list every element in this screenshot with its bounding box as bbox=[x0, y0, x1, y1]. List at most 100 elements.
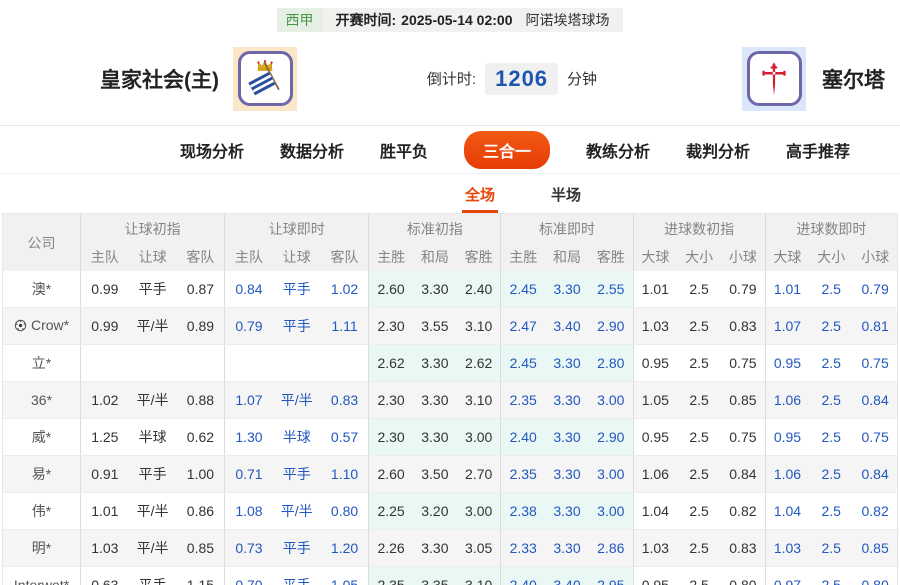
odds-cell: 2.45 bbox=[500, 344, 545, 382]
odds-cell: 2.5 bbox=[677, 307, 722, 345]
odds-cell: 0.85 bbox=[721, 381, 766, 419]
col-header: 主队 bbox=[80, 243, 129, 271]
odds-cell: 2.95 bbox=[589, 566, 634, 585]
odds-cell: 2.25 bbox=[368, 492, 413, 530]
col-header: 大小 bbox=[677, 243, 722, 271]
company-name: 易* bbox=[31, 466, 52, 482]
odds-cell: 平手 bbox=[272, 271, 321, 308]
odds-cell: 2.30 bbox=[368, 418, 413, 456]
odds-cell: 2.5 bbox=[809, 344, 854, 382]
company-cell[interactable]: 立* bbox=[2, 344, 81, 382]
odds-cell: 2.5 bbox=[809, 271, 854, 308]
away-team: 塞尔塔 bbox=[742, 46, 885, 111]
odds-cell: 0.84 bbox=[853, 455, 898, 493]
odds-cell: 2.5 bbox=[677, 271, 722, 308]
odds-cell: 2.70 bbox=[456, 455, 501, 493]
tab-coach-analysis[interactable]: 教练分析 bbox=[586, 138, 650, 162]
odds-cell: 0.62 bbox=[176, 418, 225, 456]
company-cell[interactable]: 明* bbox=[2, 529, 81, 567]
tab-referee-analysis[interactable]: 裁判分析 bbox=[686, 138, 750, 162]
period-subtabs: 全场 半场 bbox=[0, 174, 900, 213]
odds-cell: 0.83 bbox=[320, 381, 369, 419]
col-header: 小球 bbox=[853, 243, 898, 271]
col-header: 小球 bbox=[721, 243, 766, 271]
tab-three-in-one[interactable]: 三合一 bbox=[463, 130, 550, 169]
col-header: 和局 bbox=[544, 243, 589, 271]
odds-cell: 平/半 bbox=[272, 492, 321, 530]
odds-cell: 0.79 bbox=[721, 271, 766, 308]
company-name: Crow* bbox=[30, 317, 70, 333]
odds-cell: 0.75 bbox=[721, 344, 766, 382]
odds-cell: 1.11 bbox=[320, 307, 369, 345]
table-row: 威* 1.25 半球 0.62 1.30 半球 0.57 2.30 3.30 3.00 2.40 3.… bbox=[2, 418, 898, 456]
odds-cell: 1.15 bbox=[176, 566, 225, 585]
odds-cell: 2.38 bbox=[500, 492, 545, 530]
company-cell[interactable]: 威* bbox=[2, 418, 81, 456]
col-header: 主队 bbox=[224, 243, 273, 271]
odds-cell: 2.5 bbox=[677, 492, 722, 530]
away-team-name: 塞尔塔 bbox=[822, 68, 885, 92]
analysis-nav: 现场分析 数据分析 胜平负 三合一 教练分析 裁判分析 高手推荐 bbox=[0, 126, 900, 174]
company-name: 澳* bbox=[31, 281, 52, 297]
table-row: 36* 1.02 平/半 0.88 1.07 平/半 0.83 2.30 3.30 3.10 2.3… bbox=[2, 381, 898, 419]
odds-cell: 1.00 bbox=[176, 455, 225, 493]
company-name: 立* bbox=[31, 355, 52, 371]
tab-data-analysis[interactable]: 数据分析 bbox=[280, 138, 344, 162]
odds-cell: 0.79 bbox=[853, 271, 898, 308]
odds-cell: 3.55 bbox=[412, 307, 457, 345]
odds-cell: 0.86 bbox=[176, 492, 225, 530]
company-cell[interactable]: 易* bbox=[2, 455, 81, 493]
company-cell[interactable]: 伟* bbox=[2, 492, 81, 530]
odds-cell: 1.01 bbox=[764, 271, 810, 308]
odds-cell: 3.30 bbox=[412, 344, 457, 382]
odds-cell: 1.03 bbox=[632, 307, 678, 345]
odds-cell: 0.95 bbox=[632, 344, 678, 382]
odds-cell: 0.85 bbox=[176, 529, 225, 567]
odds-cell: 平手 bbox=[128, 455, 177, 493]
tab-expert-picks[interactable]: 高手推荐 bbox=[786, 138, 850, 162]
odds-cell: 0.83 bbox=[721, 307, 766, 345]
company-cell[interactable]: Crow* bbox=[2, 307, 81, 345]
odds-cell bbox=[176, 344, 225, 382]
company-cell[interactable]: 36* bbox=[2, 381, 81, 419]
odds-cell: 1.10 bbox=[320, 455, 369, 493]
odds-cell: 1.25 bbox=[80, 418, 129, 456]
odds-cell: 3.05 bbox=[456, 529, 501, 567]
odds-cell: 2.62 bbox=[456, 344, 501, 382]
odds-cell: 1.06 bbox=[764, 455, 810, 493]
odds-cell: 2.5 bbox=[677, 418, 722, 456]
celta-vigo-crest-icon bbox=[746, 51, 802, 106]
tab-win-draw-lose[interactable]: 胜平负 bbox=[380, 138, 428, 162]
company-name: 36* bbox=[31, 392, 53, 408]
odds-cell bbox=[320, 344, 369, 382]
tab-full-match[interactable]: 全场 bbox=[461, 178, 498, 213]
odds-cell: 3.30 bbox=[544, 381, 589, 419]
odds-cell: 1.01 bbox=[80, 492, 129, 530]
odds-cell: 0.75 bbox=[853, 418, 898, 456]
odds-cell: 平/半 bbox=[128, 492, 177, 530]
col-header: 大球 bbox=[632, 243, 678, 271]
kickoff-label: 开赛时间: bbox=[335, 12, 397, 28]
odds-cell: 0.75 bbox=[853, 344, 898, 382]
league-badge: 西甲 bbox=[276, 8, 323, 32]
company-cell[interactable]: 澳* bbox=[2, 271, 81, 308]
odds-cell: 3.40 bbox=[544, 307, 589, 345]
odds-cell: 半球 bbox=[272, 418, 321, 456]
odds-cell bbox=[224, 344, 273, 382]
odds-cell: 2.5 bbox=[809, 529, 854, 567]
table-row: Interwet* 0.63 平手 1.15 0.70 平手 1.05 2.35 3.35 3.1… bbox=[2, 566, 898, 585]
company-cell[interactable]: Interwet* bbox=[2, 566, 81, 585]
odds-cell: 2.5 bbox=[809, 418, 854, 456]
odds-cell: 平手 bbox=[272, 566, 321, 585]
odds-cell: 3.30 bbox=[412, 418, 457, 456]
table-row: 澳* 0.99 平手 0.87 0.84 平手 1.02 2.60 3.30 2.40 2.45 3.… bbox=[2, 271, 898, 308]
match-info-bar: 西甲 开赛时间: 2025-05-14 02:00 阿诺埃塔球场 bbox=[0, 0, 900, 32]
odds-cell: 0.80 bbox=[853, 566, 898, 585]
tab-live-analysis[interactable]: 现场分析 bbox=[180, 138, 244, 162]
tab-half-match[interactable]: 半场 bbox=[548, 178, 584, 213]
odds-cell: 2.35 bbox=[368, 566, 413, 585]
odds-cell: 0.88 bbox=[176, 381, 225, 419]
odds-cell: 1.02 bbox=[320, 271, 369, 308]
col-header: 让球 bbox=[128, 243, 177, 271]
odds-cell: 2.26 bbox=[368, 529, 413, 567]
